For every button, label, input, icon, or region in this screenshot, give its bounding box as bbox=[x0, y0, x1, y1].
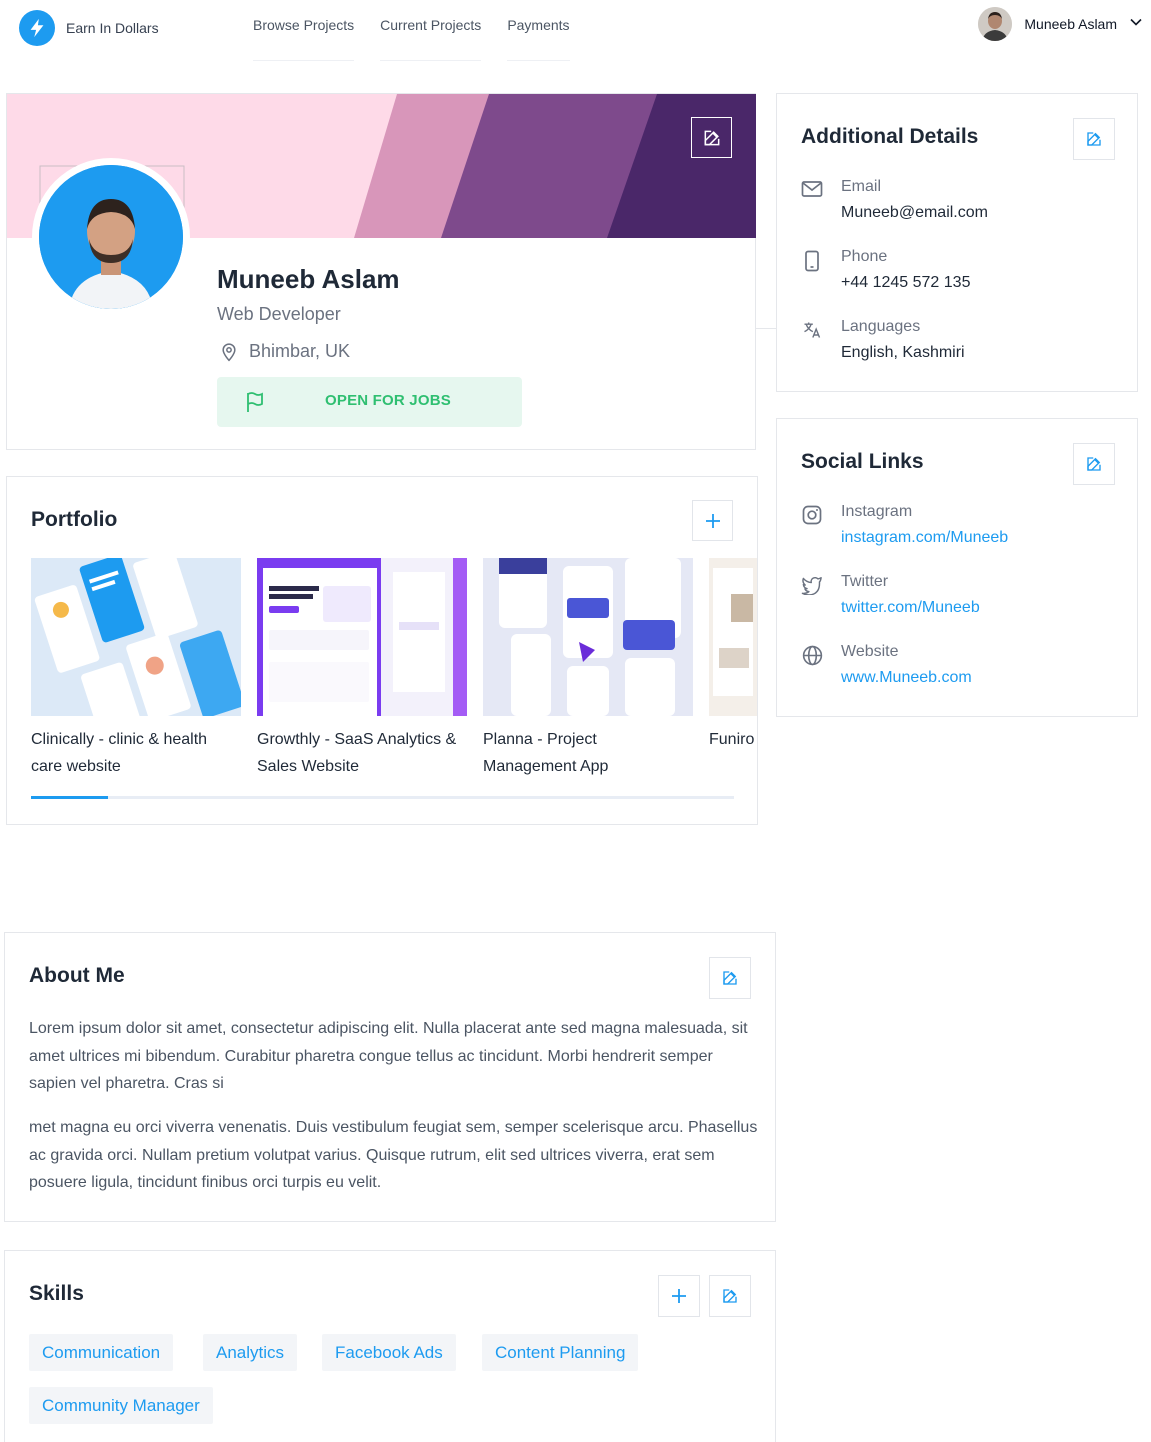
edit-details-button[interactable] bbox=[1073, 118, 1115, 160]
top-navigation: Earn In Dollars Browse Projects Current … bbox=[0, 0, 1151, 61]
portfolio-thumbnail bbox=[709, 558, 757, 716]
social-links-card: Social Links Instagram instagram.com/Mun… bbox=[776, 418, 1138, 717]
twitter-link[interactable]: twitter.com/Muneeb bbox=[841, 599, 980, 617]
card-title: Social Links bbox=[801, 450, 924, 473]
main-nav: Browse Projects Current Projects Payment… bbox=[253, 0, 570, 61]
nav-link-current-projects[interactable]: Current Projects bbox=[380, 0, 482, 61]
email-value[interactable]: Muneeb@email.com bbox=[841, 204, 988, 222]
edit-icon bbox=[723, 971, 737, 985]
portfolio-item[interactable]: Growthly - SaaS Analytics & Sales Websit… bbox=[257, 558, 467, 780]
portfolio-thumbnail bbox=[257, 558, 467, 716]
instagram-icon bbox=[802, 505, 822, 525]
portfolio-item[interactable]: Planna - Project Management App bbox=[483, 558, 693, 780]
user-name: Muneeb Aslam bbox=[1024, 16, 1117, 32]
card-title: Skills bbox=[29, 1282, 84, 1305]
plus-icon bbox=[705, 513, 720, 528]
divider bbox=[756, 328, 776, 329]
plus-icon bbox=[672, 1289, 686, 1303]
user-menu[interactable]: Muneeb Aslam bbox=[978, 7, 1143, 41]
social-twitter: Twitter twitter.com/Muneeb bbox=[801, 573, 980, 617]
edit-icon bbox=[723, 1289, 737, 1303]
additional-details-card: Additional Details Email Muneeb@email.co… bbox=[776, 93, 1138, 392]
portfolio-card: Portfolio Clinically - clinic & health c… bbox=[6, 476, 758, 825]
card-title: About Me bbox=[29, 964, 125, 987]
about-paragraph: Lorem ipsum dolor sit amet, consectetur … bbox=[29, 1020, 748, 1092]
globe-icon bbox=[802, 645, 822, 666]
edit-about-button[interactable] bbox=[709, 957, 751, 999]
email-label: Email bbox=[841, 178, 882, 195]
languages-value: English, Kashmiri bbox=[841, 344, 965, 361]
location-pin-icon bbox=[222, 342, 236, 361]
website-link[interactable]: www.Muneeb.com bbox=[841, 669, 972, 687]
portfolio-caption: Clinically - clinic & health care websit… bbox=[31, 731, 208, 775]
profile-card: Muneeb Aslam Web Developer Bhimbar, UK O… bbox=[6, 93, 756, 450]
skill-tag[interactable]: Analytics bbox=[203, 1334, 298, 1371]
languages-label: Languages bbox=[841, 318, 921, 335]
instagram-label: Instagram bbox=[841, 503, 913, 520]
skill-tag[interactable]: Community Manager bbox=[29, 1387, 213, 1424]
edit-social-button[interactable] bbox=[1073, 443, 1115, 485]
brand[interactable]: Earn In Dollars bbox=[19, 10, 159, 46]
portfolio-thumbnail bbox=[483, 558, 693, 716]
mail-icon bbox=[801, 181, 823, 197]
skill-tag[interactable]: Communication bbox=[29, 1334, 174, 1371]
skill-tag[interactable]: Facebook Ads bbox=[322, 1334, 456, 1371]
portfolio-caption: Funiro - furniture bbox=[709, 731, 757, 748]
about-me-card: About Me Lorem ipsum dolor sit amet, con… bbox=[4, 932, 776, 1222]
profile-location: Bhimbar, UK bbox=[219, 341, 350, 362]
card-title: Additional Details bbox=[801, 125, 979, 148]
edit-skills-button[interactable] bbox=[709, 1275, 751, 1317]
portfolio-caption: Planna - Project Management App bbox=[483, 731, 609, 775]
profile-role: Web Developer bbox=[217, 304, 341, 324]
social-website: Website www.Muneeb.com bbox=[801, 643, 972, 687]
nav-link-browse-projects[interactable]: Browse Projects bbox=[253, 0, 355, 61]
website-label: Website bbox=[841, 643, 899, 660]
location-text: Bhimbar, UK bbox=[249, 341, 351, 361]
phone-icon bbox=[805, 250, 819, 272]
edit-icon bbox=[1087, 457, 1101, 471]
nav-link-payments[interactable]: Payments bbox=[507, 0, 570, 61]
phone-label: Phone bbox=[841, 248, 888, 265]
skill-tag[interactable]: Content Planning bbox=[482, 1334, 639, 1371]
phone-value[interactable]: +44 1245 572 135 bbox=[841, 274, 970, 292]
portfolio-caption: Growthly - SaaS Analytics & Sales Websit… bbox=[257, 731, 457, 775]
profile-avatar bbox=[32, 158, 190, 316]
lightning-logo-icon bbox=[19, 10, 55, 46]
portfolio-scroll-thumb[interactable] bbox=[31, 796, 109, 799]
flag-icon bbox=[247, 392, 263, 412]
open-for-jobs-label: OPEN FOR JOBS bbox=[325, 392, 451, 409]
detail-languages: Languages English, Kashmiri bbox=[801, 318, 965, 362]
edit-cover-button[interactable] bbox=[691, 117, 732, 158]
brand-name: Earn In Dollars bbox=[66, 20, 159, 36]
social-instagram: Instagram instagram.com/Muneeb bbox=[801, 503, 1008, 547]
portfolio-scrollbar[interactable] bbox=[31, 796, 734, 799]
add-portfolio-button[interactable] bbox=[692, 500, 733, 541]
detail-phone: Phone +44 1245 572 135 bbox=[801, 248, 970, 292]
portfolio-thumbnail bbox=[31, 558, 241, 716]
edit-icon bbox=[1087, 132, 1101, 146]
translate-icon bbox=[804, 322, 821, 338]
about-paragraph: met magna eu orci viverra venenatis. Dui… bbox=[29, 1119, 758, 1191]
twitter-label: Twitter bbox=[841, 573, 889, 590]
add-skill-button[interactable] bbox=[658, 1275, 700, 1317]
profile-name: Muneeb Aslam bbox=[217, 264, 400, 294]
skills-card: Skills Communication Analytics Facebook … bbox=[4, 1250, 776, 1442]
twitter-icon bbox=[801, 576, 822, 595]
edit-icon bbox=[704, 130, 719, 145]
chevron-down-icon[interactable] bbox=[1129, 15, 1143, 34]
portfolio-item[interactable]: Funiro - furniture bbox=[709, 558, 757, 753]
portfolio-item[interactable]: Clinically - clinic & health care websit… bbox=[31, 558, 241, 780]
detail-email: Email Muneeb@email.com bbox=[801, 178, 988, 222]
open-for-jobs-badge[interactable]: OPEN FOR JOBS bbox=[217, 377, 522, 427]
card-title: Portfolio bbox=[31, 508, 118, 531]
instagram-link[interactable]: instagram.com/Muneeb bbox=[841, 529, 1008, 547]
avatar bbox=[978, 7, 1013, 41]
